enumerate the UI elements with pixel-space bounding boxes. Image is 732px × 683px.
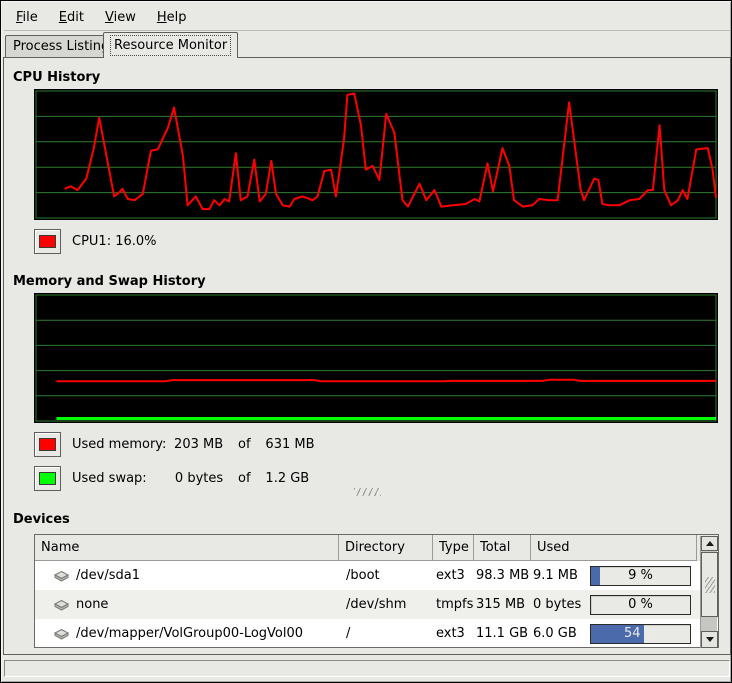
memory-legend: Used memory: 203 MB of 631 MB [34,432,315,457]
devices-title: Devices [13,512,70,527]
swap-color-button[interactable] [34,466,61,491]
menu-item-file[interactable]: File [8,7,46,28]
arrow-up-icon [706,541,714,546]
menu-item-help[interactable]: Help [149,7,195,28]
tab-resource-monitor[interactable]: Resource Monitor [103,32,238,58]
menu-item-view[interactable]: View [97,7,144,28]
menu-bar: FileEditViewHelp [4,4,730,31]
column-header-used[interactable]: Used [531,535,697,561]
arrow-down-icon [706,637,714,642]
usage-progress-bar: 0 % [590,595,691,615]
tab-label: Process Listing [13,39,109,54]
swap-used-value: 0 bytes [173,471,223,486]
devices-table-header: NameDirectoryTypeTotalUsed [35,535,718,561]
cpu-history-title: CPU History [13,70,100,85]
column-header-directory[interactable]: Directory [339,535,433,561]
swap-legend: Used swap: 0 bytes of 1.2 GB [34,466,309,491]
status-bar [4,660,730,677]
cpu-legend-label: CPU1: 16.0% [72,234,157,249]
disk-icon [53,626,70,641]
memory-used-value: 203 MB [173,437,223,452]
memory-of-text: of [227,437,261,452]
column-header-name[interactable]: Name [35,535,339,561]
device-type: ext3 [433,561,474,590]
cpu-legend: CPU1: 16.0% [34,229,157,254]
device-name: none [76,597,108,612]
column-header-total[interactable]: Total [474,535,531,561]
device-row[interactable]: none/dev/shmtmpfs315 MB0 bytes 0 % [35,590,718,619]
scrollbar-up-button[interactable] [701,536,718,551]
device-name: /dev/mapper/VolGroup00-LogVol00 [76,626,303,641]
swap-total-value: 1.2 GB [265,471,309,486]
scrollbar-grip-icon [705,577,715,593]
usage-progress-bar: 9 % [590,566,691,586]
cpu-color-button[interactable] [34,229,61,254]
memory-total-value: 631 MB [265,437,314,452]
memory-color-button[interactable] [34,432,61,457]
system-monitor-window: FileEditViewHelp Process Listing Resourc… [0,0,732,683]
pane-resize-grip[interactable] [354,488,381,496]
usage-percent-label: 54 % [591,625,690,643]
swap-color-swatch-icon [39,472,56,485]
device-directory: /boot [339,561,433,590]
device-total: 98.3 MB [474,561,531,590]
memory-color-swatch-icon [39,438,56,451]
device-total: 11.1 GB [474,619,531,648]
device-type: ext3 [433,619,474,648]
memory-legend-label: Used memory: [72,437,169,452]
scrollbar-thumb[interactable] [701,552,718,617]
device-directory: /dev/shm [339,590,433,619]
device-directory: / [339,619,433,648]
memory-swap-chart [34,293,718,423]
tab-label: Resource Monitor [111,36,230,55]
memory-history-title: Memory and Swap History [13,274,206,289]
devices-table: NameDirectoryTypeTotalUsed /dev/sda1/boo… [34,534,719,648]
device-row[interactable]: /dev/sda1/bootext398.3 MB9.1 MB 9 % [35,561,718,590]
usage-percent-label: 9 % [591,567,690,585]
device-type: tmpfs [433,590,474,619]
device-row[interactable]: /dev/mapper/VolGroup00-LogVol00 /ext311.1… [35,619,718,648]
device-used: 0 bytes [533,597,581,612]
swap-of-text: of [227,471,261,486]
menu-item-edit[interactable]: Edit [51,7,92,28]
scrollbar-down-button[interactable] [701,631,718,648]
disk-icon [53,597,70,612]
device-name: /dev/sda1 [76,568,140,583]
cpu-color-swatch-icon [39,235,56,248]
device-total: 315 MB [474,590,531,619]
usage-progress-bar: 54 % [590,624,691,644]
device-used: 9.1 MB [533,568,578,583]
column-header-type[interactable]: Type [433,535,474,561]
devices-table-body: /dev/sda1/bootext398.3 MB9.1 MB 9 % none/d… [35,561,718,648]
disk-icon [53,568,70,583]
tab-process-listing[interactable]: Process Listing [5,35,117,57]
cpu-history-chart [34,89,718,220]
swap-legend-label: Used swap: [72,471,169,486]
device-used: 6.0 GB [533,626,577,641]
usage-percent-label: 0 % [591,596,690,614]
devices-scrollbar[interactable] [700,536,717,648]
